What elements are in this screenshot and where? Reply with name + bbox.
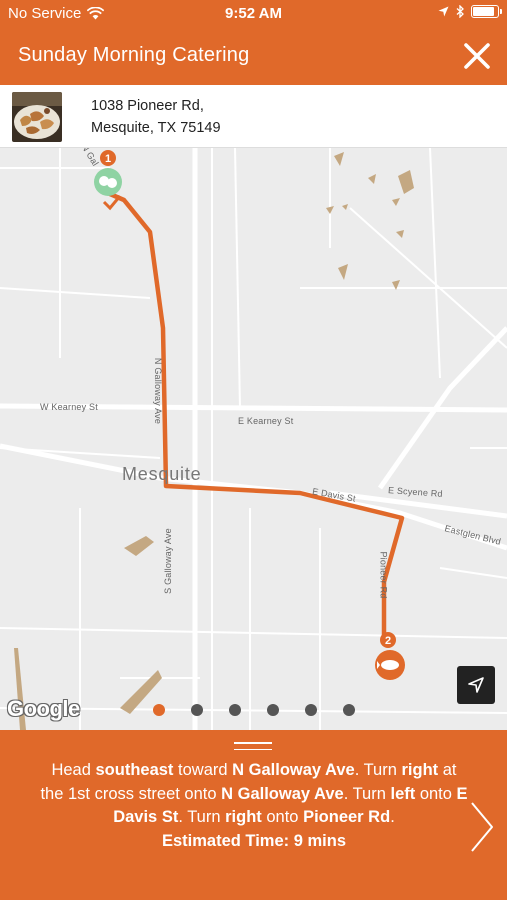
clock: 9:52 AM: [225, 5, 282, 22]
app-header: Sunday Morning Catering: [0, 28, 507, 85]
street-label-s-galloway: S Galloway Ave: [162, 528, 173, 594]
page-dot-1[interactable]: [153, 704, 165, 716]
my-location-button[interactable]: [457, 666, 495, 704]
street-label-pioneer: Pioneer Rd: [378, 551, 389, 599]
page-title: Sunday Morning Catering: [18, 44, 250, 66]
food-thumbnail: [12, 92, 62, 142]
marker-1-number: 1: [105, 153, 111, 165]
page-dot-3[interactable]: [229, 704, 241, 716]
battery-icon: [471, 5, 502, 18]
street-label-e-kearney: E Kearney St: [238, 416, 294, 426]
marker-1: 1: [94, 150, 122, 196]
directions-text: Head southeast toward N Galloway Ave. Tu…: [38, 759, 470, 853]
marker-2-number: 2: [385, 635, 391, 647]
chevron-right-icon[interactable]: [469, 800, 495, 854]
location-arrow-icon: [438, 6, 449, 17]
page-dot-4[interactable]: [267, 704, 279, 716]
marker-2: 2: [375, 632, 405, 680]
close-icon[interactable]: [461, 40, 493, 72]
status-right: [438, 5, 502, 18]
address-line2: Mesquite, TX 75149: [91, 120, 221, 136]
route-map[interactable]: 1 2 N Gal N Galloway Ave W Kearney St E …: [0, 148, 507, 730]
street-label-w-kearney: W Kearney St: [40, 402, 98, 412]
battery-fill: [473, 7, 494, 16]
page-dot-5[interactable]: [305, 704, 317, 716]
estimated-time: Estimated Time: 9 mins: [161, 831, 346, 850]
address-card[interactable]: 1038 Pioneer Rd, Mesquite, TX 75149: [0, 85, 507, 148]
street-label-n-galloway: N Galloway Ave: [153, 357, 164, 425]
pagination-dots: [0, 704, 507, 718]
address-text: 1038 Pioneer Rd, Mesquite, TX 75149: [91, 95, 221, 139]
bluetooth-icon: [456, 5, 464, 18]
page-dot-6[interactable]: [343, 704, 355, 716]
page-dot-2[interactable]: [191, 704, 203, 716]
address-line1: 1038 Pioneer Rd,: [91, 98, 204, 114]
drag-handle[interactable]: [234, 742, 272, 752]
directions-panel[interactable]: Head southeast toward N Galloway Ave. Tu…: [0, 730, 507, 900]
map-canvas: 1 2: [0, 148, 507, 730]
city-label: Mesquite: [122, 464, 202, 484]
navigation-arrow-icon: [468, 677, 484, 693]
status-bar: No Service 9:52 AM: [0, 0, 507, 28]
